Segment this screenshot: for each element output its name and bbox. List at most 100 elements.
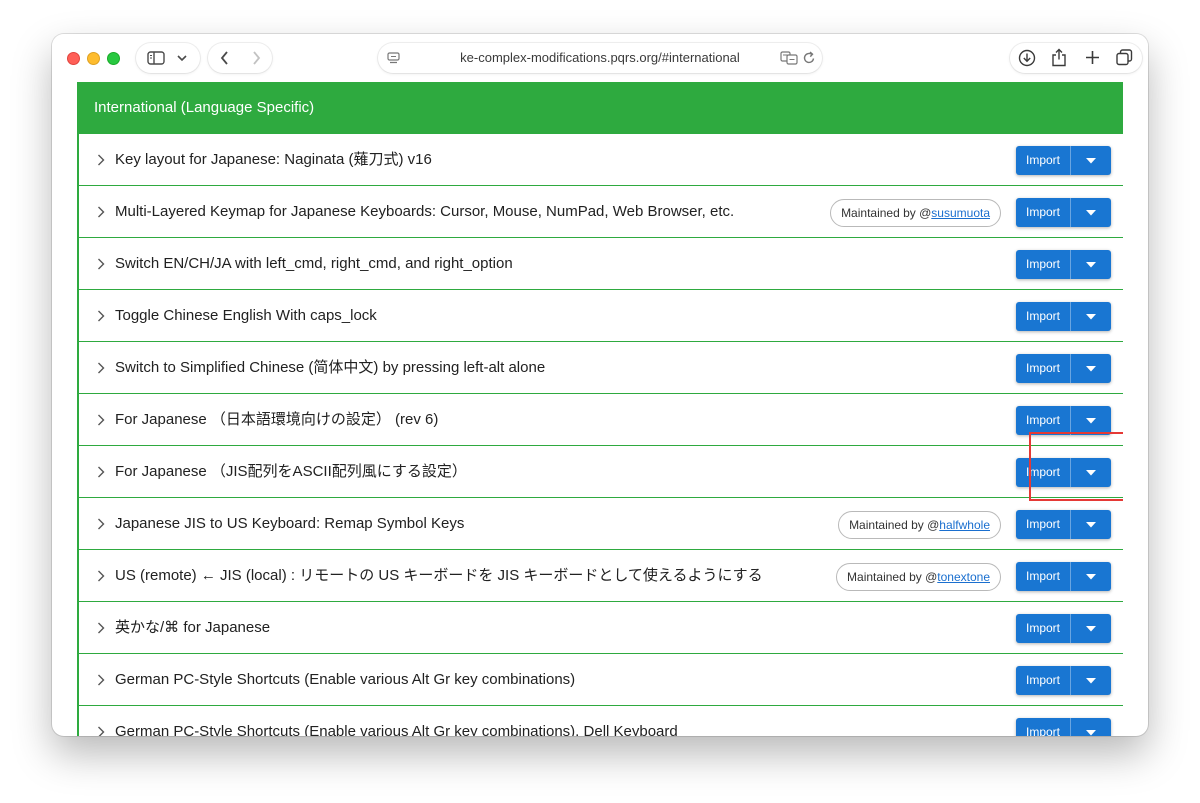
rule-title: Toggle Chinese English With caps_lock bbox=[115, 307, 377, 324]
import-button-label: Import bbox=[1025, 517, 1060, 531]
chevron-right-icon[interactable] bbox=[97, 362, 105, 374]
chevron-right-icon[interactable] bbox=[97, 206, 105, 218]
import-options-dropdown[interactable] bbox=[1071, 562, 1111, 591]
minimize-window-button[interactable] bbox=[87, 52, 100, 65]
import-button[interactable]: Import bbox=[1016, 718, 1111, 736]
rule-title: German PC-Style Shortcuts (Enable variou… bbox=[115, 671, 576, 688]
caret-down-icon bbox=[1086, 470, 1096, 476]
rule-title: German PC-Style Shortcuts (Enable variou… bbox=[115, 723, 678, 736]
chevron-right-icon[interactable] bbox=[97, 310, 105, 322]
chevron-right-icon[interactable] bbox=[97, 570, 105, 582]
import-button-label: Import bbox=[1025, 153, 1060, 167]
import-button[interactable]: Import bbox=[1016, 250, 1111, 279]
import-options-dropdown[interactable] bbox=[1071, 614, 1111, 643]
navigation-group bbox=[208, 43, 272, 73]
zoom-window-button[interactable] bbox=[107, 52, 120, 65]
page-settings-icon[interactable] bbox=[387, 52, 400, 65]
toolbar-actions bbox=[1010, 43, 1142, 73]
import-options-dropdown[interactable] bbox=[1071, 250, 1111, 279]
sidebar-toggle-group bbox=[136, 43, 200, 73]
caret-down-icon bbox=[1086, 210, 1096, 216]
caret-down-icon bbox=[1086, 678, 1096, 684]
page-content: International (Language Specific) Key la… bbox=[77, 82, 1123, 736]
chevron-right-icon[interactable] bbox=[97, 674, 105, 686]
rule-row[interactable]: US (remote) ← JIS (local) : リモートの US キーボ… bbox=[79, 550, 1123, 602]
rule-title: Key layout for Japanese: Naginata (薙刀式) … bbox=[115, 151, 432, 168]
rule-row[interactable]: Key layout for Japanese: Naginata (薙刀式) … bbox=[79, 134, 1123, 186]
download-icon[interactable] bbox=[1018, 49, 1036, 67]
rule-title: For Japanese （JIS配列をASCII配列風にする設定） bbox=[115, 463, 467, 480]
caret-down-icon bbox=[1086, 418, 1096, 424]
maintainer-badge: Maintained by @susumuota bbox=[830, 199, 1001, 227]
address-bar[interactable]: ke-complex-modifications.pqrs.org/#inter… bbox=[378, 43, 822, 73]
import-options-dropdown[interactable] bbox=[1071, 510, 1111, 539]
caret-down-icon bbox=[1086, 158, 1096, 164]
rule-title: 英かな/⌘ for Japanese bbox=[115, 619, 271, 636]
rule-row[interactable]: Multi-Layered Keymap for Japanese Keyboa… bbox=[79, 186, 1123, 238]
chevron-left-icon[interactable] bbox=[220, 51, 229, 65]
chevron-right-icon[interactable] bbox=[97, 414, 105, 426]
import-options-dropdown[interactable] bbox=[1071, 718, 1111, 736]
maintainer-badge: Maintained by @tonextone bbox=[836, 563, 1001, 591]
import-button-label: Import bbox=[1025, 309, 1060, 323]
chevron-right-icon[interactable] bbox=[252, 51, 261, 65]
chevron-down-icon[interactable] bbox=[177, 55, 187, 62]
rule-title: Switch EN/CH/JA with left_cmd, right_cmd… bbox=[115, 255, 513, 272]
close-window-button[interactable] bbox=[67, 52, 80, 65]
import-button-label: Import bbox=[1025, 621, 1060, 635]
import-button-label: Import bbox=[1025, 725, 1060, 736]
rule-row[interactable]: 英かな/⌘ for Japanese Import bbox=[79, 602, 1123, 654]
chevron-right-icon[interactable] bbox=[97, 622, 105, 634]
maintainer-link[interactable]: tonextone bbox=[937, 570, 990, 584]
import-button[interactable]: Import bbox=[1016, 510, 1111, 539]
reload-icon[interactable] bbox=[803, 51, 816, 65]
maintainer-prefix: Maintained by @ bbox=[841, 206, 932, 220]
import-button[interactable]: Import bbox=[1016, 198, 1111, 227]
import-button[interactable]: Import bbox=[1016, 614, 1111, 643]
import-button[interactable]: Import bbox=[1016, 302, 1111, 331]
import-options-dropdown[interactable] bbox=[1071, 146, 1111, 175]
tab-overview-icon[interactable] bbox=[1116, 49, 1133, 66]
import-button[interactable]: Import bbox=[1016, 666, 1111, 695]
import-button-label: Import bbox=[1025, 413, 1060, 427]
import-options-dropdown[interactable] bbox=[1071, 458, 1111, 487]
import-button[interactable]: Import bbox=[1016, 458, 1111, 487]
chevron-right-icon[interactable] bbox=[97, 258, 105, 270]
import-button-label: Import bbox=[1025, 361, 1060, 375]
import-button-label: Import bbox=[1025, 673, 1060, 687]
import-options-dropdown[interactable] bbox=[1071, 302, 1111, 331]
rule-row[interactable]: Switch EN/CH/JA with left_cmd, right_cmd… bbox=[79, 238, 1123, 290]
chevron-right-icon[interactable] bbox=[97, 726, 105, 736]
chevron-right-icon[interactable] bbox=[97, 518, 105, 530]
rule-row[interactable]: Switch to Simplified Chinese (简体中文) by p… bbox=[79, 342, 1123, 394]
sidebar-icon[interactable] bbox=[147, 51, 165, 65]
maintainer-prefix: Maintained by @ bbox=[847, 570, 938, 584]
import-options-dropdown[interactable] bbox=[1071, 354, 1111, 383]
translate-icon[interactable] bbox=[780, 51, 798, 65]
rule-row[interactable]: German PC-Style Shortcuts (Enable variou… bbox=[79, 654, 1123, 706]
caret-down-icon bbox=[1086, 366, 1096, 372]
maintainer-link[interactable]: halfwhole bbox=[939, 518, 990, 532]
import-button[interactable]: Import bbox=[1016, 406, 1111, 435]
import-options-dropdown[interactable] bbox=[1071, 406, 1111, 435]
rule-row[interactable]: Toggle Chinese English With caps_lock Im… bbox=[79, 290, 1123, 342]
import-button[interactable]: Import bbox=[1016, 562, 1111, 591]
chevron-right-icon[interactable] bbox=[97, 466, 105, 478]
rule-row[interactable]: Japanese JIS to US Keyboard: Remap Symbo… bbox=[79, 498, 1123, 550]
url-text: ke-complex-modifications.pqrs.org/#inter… bbox=[460, 50, 740, 65]
rule-title: US (remote) ← JIS (local) : リモートの US キーボ… bbox=[115, 567, 763, 584]
rule-row[interactable]: For Japanese （JIS配列をASCII配列風にする設定） Impor… bbox=[79, 446, 1123, 498]
rule-row[interactable]: German PC-Style Shortcuts (Enable variou… bbox=[79, 706, 1123, 736]
chevron-right-icon[interactable] bbox=[97, 154, 105, 166]
caret-down-icon bbox=[1086, 522, 1096, 528]
plus-icon[interactable] bbox=[1085, 50, 1100, 65]
import-button[interactable]: Import bbox=[1016, 354, 1111, 383]
international-section-card: International (Language Specific) Key la… bbox=[77, 82, 1123, 736]
rule-row[interactable]: For Japanese （日本語環境向けの設定） (rev 6) Import bbox=[79, 394, 1123, 446]
browser-window: ke-complex-modifications.pqrs.org/#inter… bbox=[52, 34, 1148, 736]
maintainer-link[interactable]: susumuota bbox=[931, 206, 990, 220]
import-options-dropdown[interactable] bbox=[1071, 198, 1111, 227]
import-button[interactable]: Import bbox=[1016, 146, 1111, 175]
share-icon[interactable] bbox=[1051, 48, 1067, 67]
import-options-dropdown[interactable] bbox=[1071, 666, 1111, 695]
